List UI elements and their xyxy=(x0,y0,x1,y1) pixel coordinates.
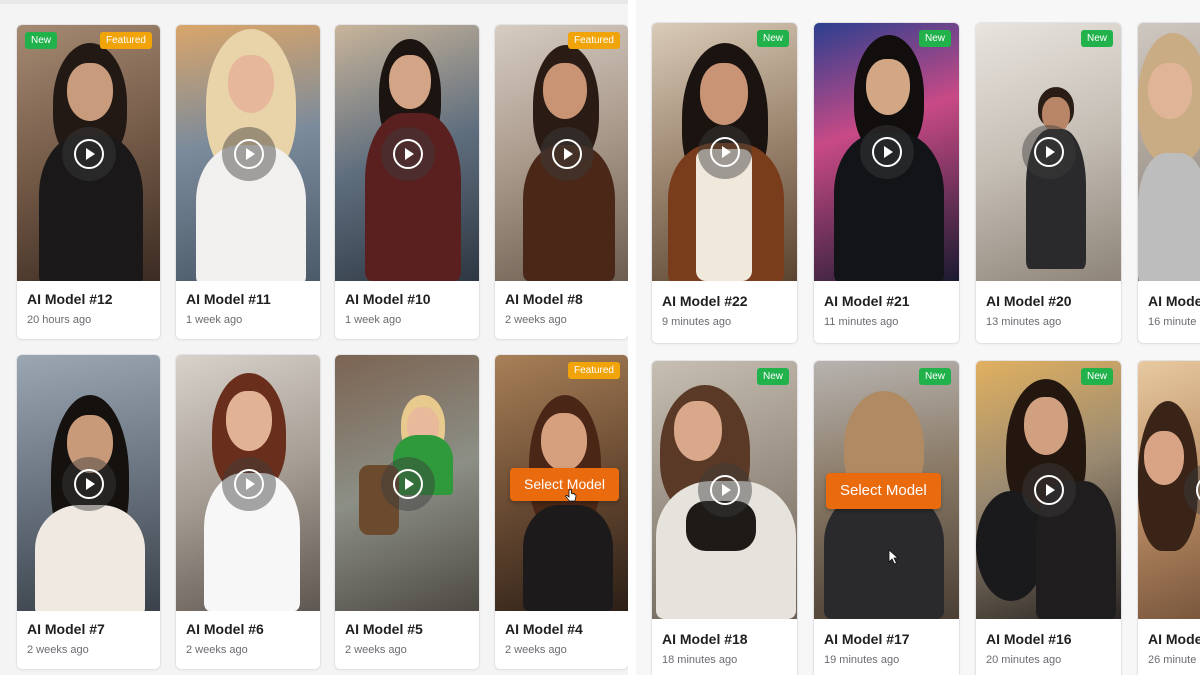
model-card[interactable]: New AI Model #16 20 minutes ago xyxy=(975,360,1122,675)
model-timestamp: 2 weeks ago xyxy=(345,644,407,656)
model-card[interactable]: New AI Model #18 18 minutes ago xyxy=(651,360,798,675)
model-card[interactable]: New Select Model AI Model #17 19 minutes… xyxy=(813,360,960,675)
model-title: AI Model #20 xyxy=(986,293,1072,309)
model-card[interactable]: New AI Model #22 9 minutes ago xyxy=(651,22,798,344)
model-timestamp: 18 minutes ago xyxy=(662,654,738,666)
model-card[interactable]: Featured AI Model #8 2 weeks ago xyxy=(494,24,628,340)
model-title: AI Model #21 xyxy=(824,293,910,309)
play-icon[interactable] xyxy=(540,127,594,181)
new-badge: New xyxy=(1080,30,1113,47)
new-badge: New xyxy=(918,368,951,385)
model-title: AI Model #6 xyxy=(186,621,264,637)
model-title: AI Model #11 xyxy=(186,291,271,307)
model-card[interactable]: AI Mode 26 minute xyxy=(1137,360,1200,675)
model-title: AI Model #4 xyxy=(505,621,583,637)
new-badge: New xyxy=(1080,368,1113,385)
model-thumbnail xyxy=(1138,23,1200,281)
play-icon[interactable] xyxy=(1022,463,1076,517)
left-model-grid: New Featured AI Model #12 20 hours ago A… xyxy=(0,0,628,675)
model-card[interactable]: AI Model #7 2 weeks ago xyxy=(16,354,161,670)
right-model-grid: New AI Model #22 9 minutes ago New AI Mo… xyxy=(636,0,1200,675)
screenshot-stage: New Featured AI Model #12 20 hours ago A… xyxy=(0,0,1200,675)
model-title: AI Model #5 xyxy=(345,621,423,637)
new-badge: New xyxy=(756,368,789,385)
model-title: AI Model #22 xyxy=(662,293,748,309)
arrow-cursor-icon xyxy=(888,549,900,565)
model-card[interactable]: AI Mode 16 minute xyxy=(1137,22,1200,344)
model-timestamp: 2 weeks ago xyxy=(505,644,567,656)
model-timestamp: 9 minutes ago xyxy=(662,316,732,328)
model-title: AI Model #16 xyxy=(986,631,1072,647)
model-timestamp: 26 minute xyxy=(1148,654,1197,666)
model-card[interactable]: AI Model #10 1 week ago xyxy=(334,24,480,340)
model-timestamp: 13 minutes ago xyxy=(986,316,1062,328)
model-title: AI Mode xyxy=(1148,631,1200,647)
new-badge: New xyxy=(756,30,789,47)
panel-divider xyxy=(628,0,636,675)
new-badge: New xyxy=(25,32,58,49)
model-timestamp: 2 weeks ago xyxy=(27,644,89,656)
play-icon[interactable] xyxy=(1022,125,1076,179)
play-icon[interactable] xyxy=(698,125,752,179)
model-title: AI Model #8 xyxy=(505,291,583,307)
model-card[interactable]: New Featured AI Model #12 20 hours ago xyxy=(16,24,161,340)
model-timestamp: 20 minutes ago xyxy=(986,654,1062,666)
model-timestamp: 2 weeks ago xyxy=(505,314,567,326)
select-model-button[interactable]: Select Model xyxy=(826,473,941,509)
play-icon[interactable] xyxy=(222,457,276,511)
play-icon[interactable] xyxy=(381,127,435,181)
model-card[interactable]: New AI Model #21 11 minutes ago xyxy=(813,22,960,344)
model-title: AI Mode xyxy=(1148,293,1200,309)
model-timestamp: 19 minutes ago xyxy=(824,654,900,666)
hand-pointer-cursor-icon xyxy=(565,489,577,502)
model-card[interactable]: AI Model #6 2 weeks ago xyxy=(175,354,321,670)
model-timestamp: 16 minute xyxy=(1148,316,1197,328)
model-timestamp: 1 week ago xyxy=(345,314,402,326)
model-card[interactable]: New AI Model #20 13 minutes ago xyxy=(975,22,1122,344)
model-card[interactable]: AI Model #5 2 weeks ago xyxy=(334,354,480,670)
model-title: AI Model #7 xyxy=(27,621,105,637)
play-icon[interactable] xyxy=(62,457,116,511)
play-icon[interactable] xyxy=(698,463,752,517)
featured-badge: Featured xyxy=(567,362,620,379)
model-title: AI Model #10 xyxy=(345,291,431,307)
model-title: AI Model #18 xyxy=(662,631,748,647)
model-card[interactable]: AI Model #11 1 week ago xyxy=(175,24,321,340)
new-badge: New xyxy=(918,30,951,47)
model-timestamp: 11 minutes ago xyxy=(824,316,899,328)
play-icon[interactable] xyxy=(62,127,116,181)
model-title: AI Model #12 xyxy=(27,291,113,307)
model-title: AI Model #17 xyxy=(824,631,910,647)
play-icon[interactable] xyxy=(222,127,276,181)
model-card[interactable]: Featured Select Model AI Model #4 2 week… xyxy=(494,354,628,670)
featured-badge: Featured xyxy=(99,32,152,49)
featured-badge: Featured xyxy=(567,32,620,49)
model-timestamp: 20 hours ago xyxy=(27,314,92,326)
play-icon[interactable] xyxy=(860,125,914,179)
play-icon[interactable] xyxy=(381,457,435,511)
model-timestamp: 2 weeks ago xyxy=(186,644,248,656)
model-timestamp: 1 week ago xyxy=(186,314,243,326)
